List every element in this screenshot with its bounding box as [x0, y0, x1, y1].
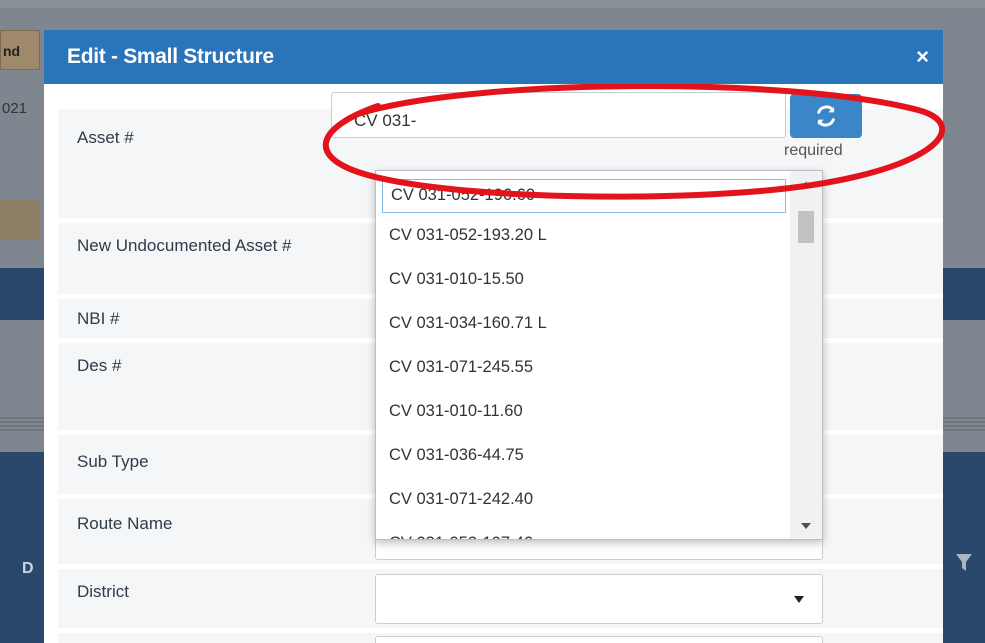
background-button: nd — [0, 30, 40, 70]
modal-header: Edit - Small Structure × — [44, 30, 943, 84]
caret-down-icon — [794, 596, 804, 603]
required-text: required — [784, 142, 843, 159]
des-label: Des # — [77, 356, 122, 375]
sub-type-label: Sub Type — [77, 452, 149, 471]
district-label: District — [77, 582, 129, 601]
scroll-down-icon[interactable] — [801, 523, 811, 529]
filter-icon — [956, 554, 972, 571]
background-panel — [0, 200, 40, 240]
next-field[interactable] — [375, 636, 823, 643]
list-item[interactable]: CV 031-010-15.50 — [376, 257, 786, 301]
route-name-label: Route Name — [77, 514, 173, 533]
asset-autocomplete-dropdown[interactable]: CV 031-052-196.60 CV 031-052-193.20 L CV… — [375, 170, 823, 540]
close-icon[interactable]: × — [916, 44, 929, 70]
background-header — [0, 0, 985, 8]
dropdown-scrollbar[interactable] — [790, 171, 822, 539]
asset-label: Asset # — [77, 128, 134, 147]
refresh-icon — [817, 105, 835, 127]
scroll-up-icon[interactable] — [801, 181, 811, 187]
nbi-label: NBI # — [77, 309, 120, 328]
list-item[interactable]: CV 031-071-245.55 — [376, 345, 786, 389]
district-select[interactable] — [375, 574, 823, 624]
scrollbar-thumb[interactable] — [798, 211, 814, 243]
background-column-header: D — [22, 560, 34, 577]
autocomplete-list: CV 031-052-196.60 CV 031-052-193.20 L CV… — [376, 171, 786, 539]
list-item[interactable]: CV 031-052-196.60 — [382, 179, 786, 213]
list-item[interactable]: CV 031-034-160.71 L — [376, 301, 786, 345]
list-item[interactable]: CV 031-052-197.46 — [376, 521, 786, 539]
refresh-button[interactable] — [790, 94, 862, 138]
list-item[interactable]: CV 031-071-242.40 — [376, 477, 786, 521]
list-item[interactable]: CV 031-036-44.75 — [376, 433, 786, 477]
list-item[interactable]: CV 031-052-193.20 L — [376, 213, 786, 257]
modal-title: Edit - Small Structure — [67, 45, 274, 68]
list-item[interactable]: CV 031-010-11.60 — [376, 389, 786, 433]
asset-input[interactable] — [331, 92, 786, 138]
new-undocumented-label: New Undocumented Asset # — [77, 236, 292, 255]
background-value: 021 — [2, 100, 28, 117]
